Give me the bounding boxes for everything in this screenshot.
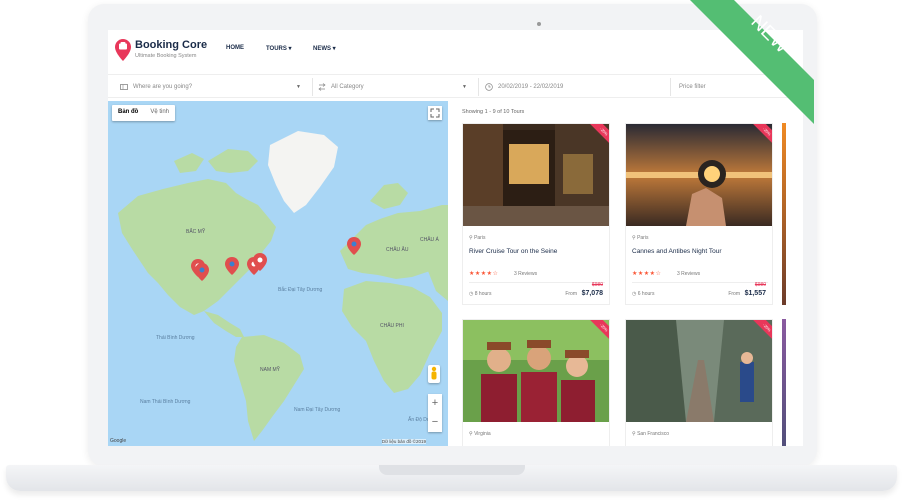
nav-home[interactable]: HOME — [226, 45, 244, 51]
results-panel: Showing 1 - 9 of 10 Tours -20% ⚲ Paris R… — [453, 101, 803, 446]
tour-location: ⚲ San Francisco — [632, 431, 669, 437]
map-label-south-pacific: Nam Thái Bình Dương — [140, 399, 191, 405]
map-type-satellite[interactable]: Vệ tinh — [144, 105, 175, 121]
date-range-field[interactable]: 20/02/2019 - 22/02/2019 — [485, 79, 563, 95]
price-from-label: From — [565, 291, 577, 297]
laptop-notch — [379, 465, 525, 475]
tour-duration: ◷ 6 hours — [632, 291, 654, 297]
search-divider — [670, 78, 671, 96]
rating-stars: ★★★★☆ — [469, 271, 499, 277]
google-logo: Google — [110, 438, 127, 444]
tour-duration-text: 8 hours — [474, 291, 492, 297]
tour-image[interactable]: -20% — [626, 124, 772, 226]
tour-location-text: Paris — [637, 235, 649, 241]
price-from-label: From — [728, 291, 740, 297]
tour-image[interactable]: -20% — [463, 320, 609, 422]
map-label-north-america: BẮC MỸ — [186, 227, 206, 235]
clock-icon — [485, 83, 493, 91]
new-ribbon: NEW — [690, 0, 814, 124]
map-type-map[interactable]: Bản đồ — [112, 105, 144, 121]
rating-stars: ★★★★☆ — [632, 271, 662, 277]
tour-location-text: San Francisco — [637, 431, 670, 437]
pegman-icon — [431, 366, 437, 380]
map-label-africa: CHÂU PHI — [380, 322, 404, 329]
map-icon — [120, 84, 128, 90]
zoom-control: + − — [428, 394, 442, 432]
tour-location-text: Virginia — [474, 431, 491, 437]
location-field[interactable]: Where are you going? — [120, 79, 192, 95]
map-attribution[interactable]: Dữ liệu bản đồ ©2019 — [381, 439, 426, 444]
zoom-in-button[interactable]: + — [428, 394, 442, 413]
old-price: $980 — [754, 282, 766, 288]
date-range-value: 20/02/2019 - 22/02/2019 — [498, 84, 564, 90]
map-label-atlantic: Bắc Đại Tây Dương — [278, 286, 323, 293]
swap-icon — [318, 83, 326, 91]
tour-title[interactable]: River Cruise Tour on the Seine — [469, 248, 557, 255]
fullscreen-button[interactable] — [428, 106, 442, 120]
tour-image[interactable]: -20% — [463, 124, 609, 226]
logo-pin-icon[interactable] — [114, 38, 132, 62]
tour-location-text: Paris — [474, 235, 486, 241]
camera — [537, 22, 541, 26]
tour-image[interactable]: -20% — [626, 320, 772, 422]
old-price: $980 — [591, 282, 603, 288]
tour-card[interactable]: -20% ⚲ Paris River Cruise Tour on the Se… — [462, 123, 610, 305]
tour-card[interactable]: -20% ⚲ San Francisco — [625, 319, 773, 446]
nav-tours[interactable]: TOURS ▾ — [266, 45, 292, 52]
world-map[interactable]: Thái Bình Dương Bắc Đại Tây Dương Nam Th… — [108, 101, 448, 446]
logo-title[interactable]: Booking Core — [135, 39, 207, 51]
card-divider — [469, 282, 605, 283]
tour-location: ⚲ Paris — [632, 235, 648, 241]
map-panel[interactable]: Thái Bình Dương Bắc Đại Tây Dương Nam Th… — [108, 101, 448, 446]
map-label-south-america: NAM MỸ — [260, 366, 281, 373]
category-value: All Category — [331, 84, 364, 90]
fullscreen-icon — [430, 108, 440, 118]
tour-title[interactable]: Cannes and Antibes Night Tour — [632, 248, 722, 255]
map-label-asia: CHÂU Á — [420, 236, 440, 243]
chevron-down-icon: ▼ — [462, 84, 467, 90]
tour-location: ⚲ Virginia — [469, 431, 491, 437]
zoom-out-button[interactable]: − — [428, 413, 442, 432]
tour-card[interactable]: -20% ⚲ Paris Cannes and Antibes Night To… — [625, 123, 773, 305]
search-divider — [312, 78, 313, 96]
tour-card-partial[interactable] — [782, 123, 786, 305]
tour-duration-text: 6 hours — [637, 291, 655, 297]
chevron-down-icon: ▼ — [296, 84, 301, 90]
logo-tagline: Ultimate Booking System — [135, 53, 197, 59]
card-divider — [632, 282, 768, 283]
tour-card-partial[interactable] — [782, 319, 786, 446]
category-select[interactable]: All Category — [318, 79, 364, 95]
tour-price: $7,078 — [581, 290, 603, 297]
map-label-europe: CHÂU ÂU — [386, 246, 409, 253]
results-count: Showing 1 - 9 of 10 Tours — [462, 109, 525, 115]
tour-card[interactable]: -20% ⚲ Virginia — [462, 319, 610, 446]
search-divider — [478, 78, 479, 96]
tour-duration: ◷ 8 hours — [469, 291, 491, 297]
review-count: 3 Reviews — [677, 271, 701, 277]
review-count: 3 Reviews — [514, 271, 538, 277]
street-view-button[interactable] — [428, 365, 440, 383]
nav-news[interactable]: NEWS ▾ — [313, 45, 336, 52]
tour-location: ⚲ Paris — [469, 235, 485, 241]
map-type-control: Bản đồ Vệ tinh — [112, 105, 176, 121]
map-label-pacific: Thái Bình Dương — [156, 335, 195, 341]
location-placeholder: Where are you going? — [133, 84, 193, 90]
new-badge: NEW — [690, 0, 903, 130]
tour-price: $1,557 — [744, 290, 766, 297]
map-label-south-atlantic: Nam Đại Tây Dương — [294, 407, 340, 413]
